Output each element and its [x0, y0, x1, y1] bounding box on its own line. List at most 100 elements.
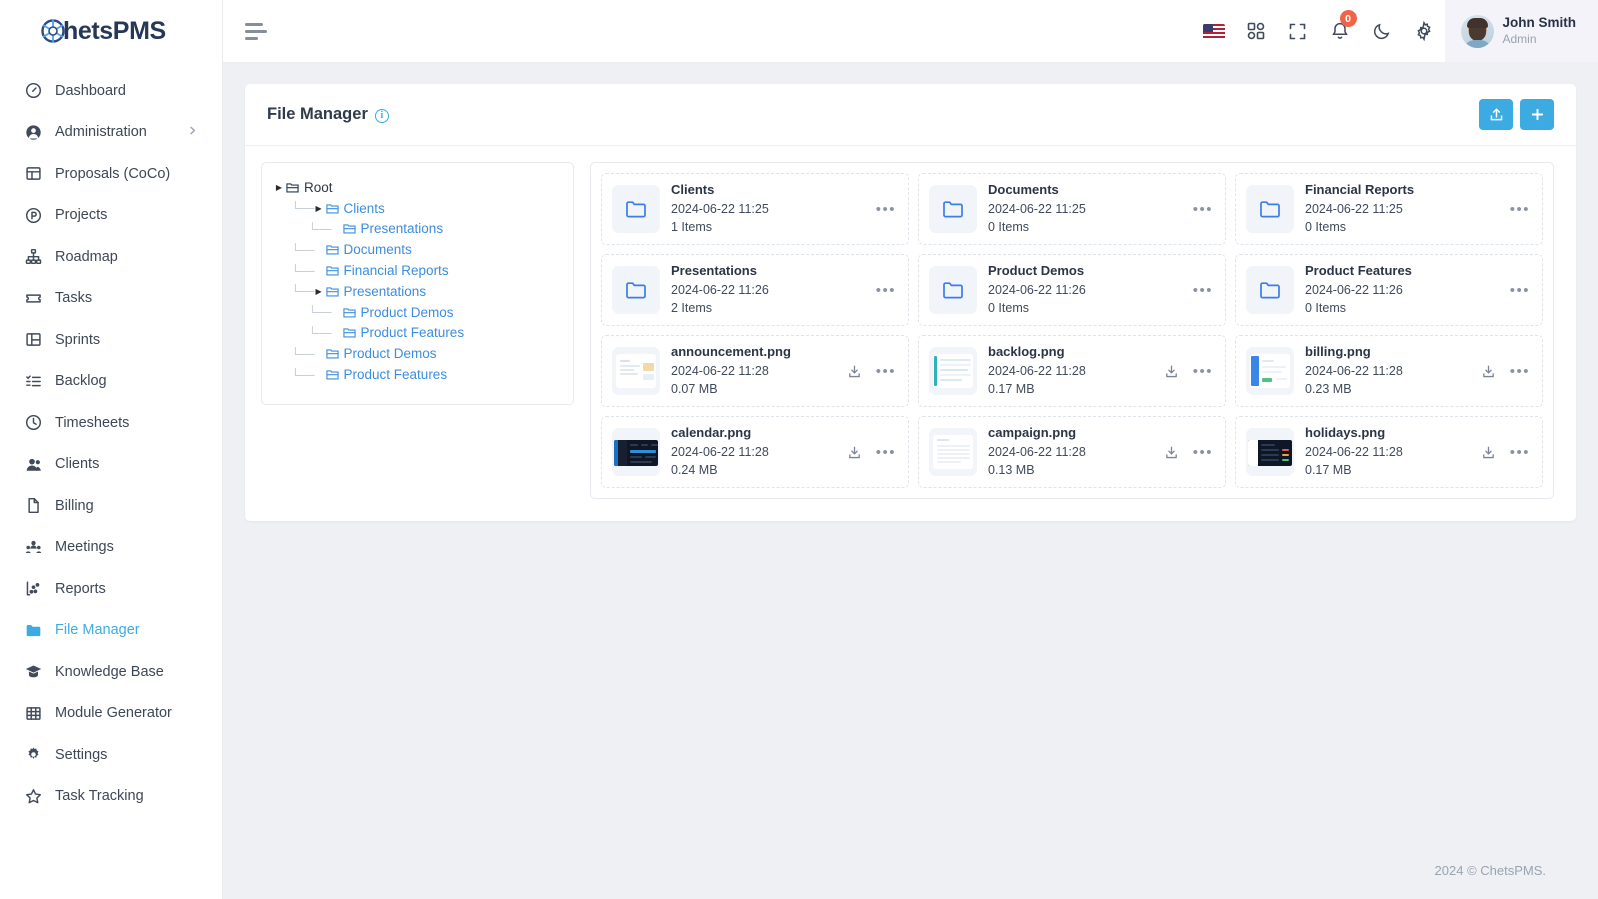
sidebar-item-tasks[interactable]: Tasks: [0, 278, 222, 320]
sidebar-item-reports[interactable]: Reports: [0, 568, 222, 610]
tree-node[interactable]: └── Presentations: [274, 219, 561, 240]
sidebar-item-clients[interactable]: Clients: [0, 444, 222, 486]
folder-card[interactable]: Product Features 2024-06-22 11:26 0 Items •…: [1235, 254, 1543, 326]
sidebar-item-administration[interactable]: Administration: [0, 112, 222, 154]
sidebar-item-dashboard[interactable]: Dashboard: [0, 70, 222, 112]
more-options-icon[interactable]: •••: [876, 202, 896, 217]
folder-icon: [325, 202, 339, 215]
tree-node-label[interactable]: Product Features: [361, 325, 465, 340]
tree-node-label[interactable]: Financial Reports: [344, 263, 449, 278]
tree-node-label[interactable]: Product Demos: [361, 305, 454, 320]
fullscreen-icon[interactable]: [1277, 0, 1319, 62]
sidebar-item-module-generator[interactable]: Module Generator: [0, 693, 222, 735]
tree-expand-caret[interactable]: ▶: [314, 287, 324, 296]
tree-node[interactable]: └── Product Demos: [274, 343, 561, 364]
flag-us-icon[interactable]: [1193, 0, 1235, 62]
download-icon[interactable]: [1481, 445, 1496, 460]
dark-table-preview: [1246, 428, 1294, 476]
tree-node-label[interactable]: Product Demos: [344, 346, 437, 361]
download-icon[interactable]: [1481, 364, 1496, 379]
tree-node-label[interactable]: Presentations: [344, 284, 427, 299]
sidebar-item-projects[interactable]: Projects: [0, 195, 222, 237]
tree-node[interactable]: └── Financial Reports: [274, 260, 561, 281]
hamburger-icon[interactable]: [245, 18, 271, 44]
sidebar-item-timesheets[interactable]: Timesheets: [0, 402, 222, 444]
tree-node-label[interactable]: Clients: [344, 201, 385, 216]
sidebar-item-label: Clients: [55, 456, 100, 473]
more-options-icon[interactable]: •••: [876, 283, 896, 298]
tree-node-label[interactable]: Product Features: [344, 367, 448, 382]
add-button[interactable]: [1520, 99, 1554, 130]
sidebar-item-label: Settings: [55, 746, 108, 763]
more-options-icon[interactable]: •••: [1510, 364, 1530, 379]
more-options-icon[interactable]: •••: [1510, 283, 1530, 298]
sidebar-item-label: Sprints: [55, 331, 101, 348]
file-card[interactable]: billing.png 2024-06-22 11:28 0.23 MB •••: [1235, 335, 1543, 407]
project-circle-icon: [22, 204, 44, 226]
folder-card[interactable]: Presentations 2024-06-22 11:26 2 Items •••: [601, 254, 909, 326]
info-icon[interactable]: i: [374, 108, 389, 123]
file-card[interactable]: calendar.png 2024-06-22 11:28 0.24 MB •••: [601, 416, 909, 488]
file-date: 2024-06-22 11:26: [1305, 282, 1403, 297]
download-icon[interactable]: [847, 445, 862, 460]
tree-node[interactable]: └── Documents: [274, 239, 561, 260]
tree-node[interactable]: └── ▶ Clients: [274, 198, 561, 219]
tree-node[interactable]: └── Product Features: [274, 364, 561, 385]
file-card[interactable]: announcement.png 2024-06-22 11:28 0.07 MB •…: [601, 335, 909, 407]
user-name: John Smith: [1502, 14, 1577, 30]
folder-icon: [22, 619, 44, 641]
sidebar-item-knowledge-base[interactable]: Knowledge Base: [0, 651, 222, 693]
sidebar-item-billing[interactable]: Billing: [0, 485, 222, 527]
file-card[interactable]: holidays.png 2024-06-22 11:28 0.17 MB •••: [1235, 416, 1543, 488]
more-options-icon[interactable]: •••: [1510, 445, 1530, 460]
tree-node-label[interactable]: Documents: [344, 242, 412, 257]
more-options-icon[interactable]: •••: [876, 445, 896, 460]
tree-node[interactable]: ▶ Root: [274, 177, 561, 198]
bell-icon[interactable]: 0: [1319, 0, 1361, 62]
file-meta: announcement.png 2024-06-22 11:28 0.07 MB: [671, 343, 830, 399]
folder-card[interactable]: Clients 2024-06-22 11:25 1 Items •••: [601, 173, 909, 245]
more-options-icon[interactable]: •••: [1193, 445, 1213, 460]
sidebar-item-settings[interactable]: Settings: [0, 734, 222, 776]
upload-button[interactable]: [1479, 99, 1513, 130]
download-icon[interactable]: [1164, 445, 1179, 460]
sidebar-item-file-manager[interactable]: File Manager: [0, 610, 222, 652]
app-logo[interactable]: hetsPMS: [0, 0, 222, 62]
file-size: 1 Items: [671, 220, 712, 235]
moon-icon[interactable]: [1361, 0, 1403, 62]
more-options-icon[interactable]: •••: [1193, 283, 1213, 298]
download-icon[interactable]: [847, 364, 862, 379]
user-menu[interactable]: John Smith Admin: [1444, 0, 1598, 62]
download-icon[interactable]: [1164, 364, 1179, 379]
file-card[interactable]: campaign.png 2024-06-22 11:28 0.13 MB •••: [918, 416, 1226, 488]
tree-node[interactable]: └── Product Features: [274, 323, 561, 344]
more-options-icon[interactable]: •••: [1510, 202, 1530, 217]
sidebar-item-backlog[interactable]: Backlog: [0, 361, 222, 403]
blue-panel-preview: [1246, 347, 1294, 395]
teal-list-preview: [929, 347, 977, 395]
folder-card[interactable]: Documents 2024-06-22 11:25 0 Items •••: [918, 173, 1226, 245]
file-card[interactable]: backlog.png 2024-06-22 11:28 0.17 MB •••: [918, 335, 1226, 407]
tree-node-label[interactable]: Presentations: [361, 221, 444, 236]
more-options-icon[interactable]: •••: [876, 364, 896, 379]
tree-node-label[interactable]: Root: [304, 180, 333, 195]
tree-expand-caret[interactable]: ▶: [314, 204, 324, 213]
file-meta: holidays.png 2024-06-22 11:28 0.17 MB: [1305, 424, 1464, 480]
folder-card[interactable]: Product Demos 2024-06-22 11:26 0 Items •••: [918, 254, 1226, 326]
chevron-right-icon[interactable]: [187, 124, 198, 140]
tree-node[interactable]: └── ▶ Presentations: [274, 281, 561, 302]
tree-node[interactable]: └── Product Demos: [274, 302, 561, 323]
clock-icon: [22, 412, 44, 434]
gear-icon[interactable]: [1403, 0, 1445, 62]
sidebar-item-task-tracking[interactable]: Task Tracking: [0, 776, 222, 818]
sidebar-item-roadmap[interactable]: Roadmap: [0, 236, 222, 278]
sidebar-item-sprints[interactable]: Sprints: [0, 319, 222, 361]
more-options-icon[interactable]: •••: [1193, 364, 1213, 379]
sidebar-item-proposals-coco[interactable]: Proposals (CoCo): [0, 153, 222, 195]
tree-expand-caret[interactable]: ▶: [274, 183, 284, 192]
card-actions: •••: [841, 364, 896, 379]
more-options-icon[interactable]: •••: [1193, 202, 1213, 217]
apps-grid-icon[interactable]: [1235, 0, 1277, 62]
sidebar-item-meetings[interactable]: Meetings: [0, 527, 222, 569]
folder-card[interactable]: Financial Reports 2024-06-22 11:25 0 Items…: [1235, 173, 1543, 245]
